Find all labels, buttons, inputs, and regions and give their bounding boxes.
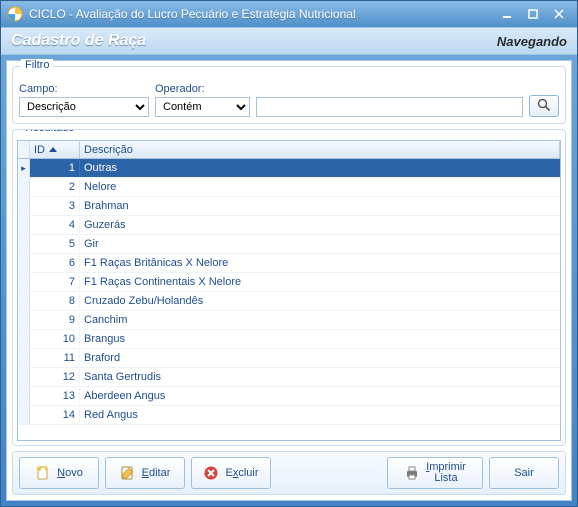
window-title: CICLO - Avaliação do Lucro Pecuário e Es… — [29, 7, 493, 21]
row-indicator — [18, 273, 30, 291]
table-row[interactable]: 12Santa Gertrudis — [18, 368, 560, 387]
cell-id: 12 — [30, 369, 80, 385]
cell-id: 6 — [30, 255, 80, 271]
cell-desc: Santa Gertrudis — [80, 369, 560, 385]
magnifier-icon — [537, 98, 551, 115]
grid-header[interactable]: ID Descrição — [18, 141, 560, 159]
row-indicator — [18, 387, 30, 405]
row-indicator — [18, 368, 30, 386]
campo-select[interactable]: Descrição — [19, 97, 149, 117]
table-row[interactable]: 4Guzerás — [18, 216, 560, 235]
sort-asc-icon — [49, 147, 57, 152]
filter-group-label: Filtro — [21, 59, 53, 71]
imprimir-button[interactable]: ImprimirLista — [387, 457, 483, 489]
table-row[interactable]: 13Aberdeen Angus — [18, 387, 560, 406]
search-input[interactable] — [256, 97, 523, 117]
row-indicator-header — [18, 141, 30, 158]
column-header-id[interactable]: ID — [30, 142, 80, 158]
table-row[interactable]: 8Cruzado Zebu/Holandês — [18, 292, 560, 311]
new-icon — [35, 465, 51, 481]
minimize-button[interactable] — [495, 5, 519, 23]
row-indicator — [18, 197, 30, 215]
cell-desc: F1 Raças Continentais X Nelore — [80, 274, 560, 290]
cell-id: 8 — [30, 293, 80, 309]
filter-group: Filtro Campo: Descrição Operador: Contém… — [12, 66, 566, 124]
table-row[interactable]: 3Brahman — [18, 197, 560, 216]
content-area: Filtro Campo: Descrição Operador: Contém… — [6, 60, 572, 501]
page-header: Cadastro de Raça Navegando — [1, 27, 577, 55]
search-button[interactable] — [529, 95, 559, 117]
table-row[interactable]: 10Brangus — [18, 330, 560, 349]
editar-button[interactable]: Editar — [105, 457, 185, 489]
cell-id: 2 — [30, 179, 80, 195]
table-row[interactable]: 7F1 Raças Continentais X Nelore — [18, 273, 560, 292]
cell-id: 7 — [30, 274, 80, 290]
table-row[interactable]: 6F1 Raças Britânicas X Nelore — [18, 254, 560, 273]
cell-desc: F1 Raças Britânicas X Nelore — [80, 255, 560, 271]
cell-desc: Brangus — [80, 331, 560, 347]
cell-desc: Outras — [80, 160, 560, 176]
cell-id: 3 — [30, 198, 80, 214]
cell-desc: Braford — [80, 350, 560, 366]
table-row[interactable]: 5Gir — [18, 235, 560, 254]
result-group: Resultado ID Descrição ▸1Outras2Nelore3B… — [12, 129, 566, 446]
page-title: Cadastro de Raça — [11, 32, 146, 50]
titlebar[interactable]: CICLO - Avaliação do Lucro Pecuário e Es… — [1, 1, 577, 27]
cell-id: 4 — [30, 217, 80, 233]
cell-id: 10 — [30, 331, 80, 347]
cell-id: 5 — [30, 236, 80, 252]
cell-desc: Cruzado Zebu/Holandês — [80, 293, 560, 309]
excluir-button[interactable]: Excluir — [191, 457, 271, 489]
cell-desc: Gir — [80, 236, 560, 252]
printer-icon — [404, 465, 420, 481]
row-indicator — [18, 330, 30, 348]
action-toolbar: Novo Editar Excluir — [12, 451, 566, 495]
operador-select[interactable]: Contém — [155, 97, 250, 117]
row-indicator — [18, 292, 30, 310]
edit-icon — [120, 465, 136, 481]
row-indicator — [18, 311, 30, 329]
cell-id: 14 — [30, 407, 80, 423]
maximize-button[interactable] — [521, 5, 545, 23]
cell-id: 9 — [30, 312, 80, 328]
cell-desc: Canchim — [80, 312, 560, 328]
operador-label: Operador: — [155, 83, 250, 95]
table-row[interactable]: 9Canchim — [18, 311, 560, 330]
row-indicator — [18, 406, 30, 424]
cell-id: 1 — [30, 160, 80, 176]
column-header-desc[interactable]: Descrição — [80, 142, 560, 158]
app-icon — [7, 6, 23, 22]
campo-label: Campo: — [19, 83, 149, 95]
row-indicator — [18, 216, 30, 234]
cell-desc: Brahman — [80, 198, 560, 214]
cell-id: 11 — [30, 350, 80, 366]
close-button[interactable] — [547, 5, 571, 23]
cell-desc: Guzerás — [80, 217, 560, 233]
row-indicator: ▸ — [18, 159, 30, 177]
novo-button[interactable]: Novo — [19, 457, 99, 489]
imprimir-label: ImprimirLista — [426, 462, 466, 484]
row-indicator — [18, 178, 30, 196]
table-row[interactable]: ▸1Outras — [18, 159, 560, 178]
row-indicator — [18, 349, 30, 367]
table-row[interactable]: 14Red Angus — [18, 406, 560, 425]
window-frame: CICLO - Avaliação do Lucro Pecuário e Es… — [0, 0, 578, 507]
result-group-label: Resultado — [21, 129, 79, 134]
cell-desc: Red Angus — [80, 407, 560, 423]
cell-id: 13 — [30, 388, 80, 404]
table-row[interactable]: 2Nelore — [18, 178, 560, 197]
delete-icon — [203, 465, 219, 481]
grid-body[interactable]: ▸1Outras2Nelore3Brahman4Guzerás5Gir6F1 R… — [18, 159, 560, 440]
row-indicator — [18, 235, 30, 253]
row-indicator — [18, 254, 30, 272]
sair-button[interactable]: Sair — [489, 457, 559, 489]
data-grid[interactable]: ID Descrição ▸1Outras2Nelore3Brahman4Guz… — [17, 140, 561, 441]
cell-desc: Nelore — [80, 179, 560, 195]
mode-status: Navegando — [497, 34, 567, 49]
table-row[interactable]: 11Braford — [18, 349, 560, 368]
cell-desc: Aberdeen Angus — [80, 388, 560, 404]
